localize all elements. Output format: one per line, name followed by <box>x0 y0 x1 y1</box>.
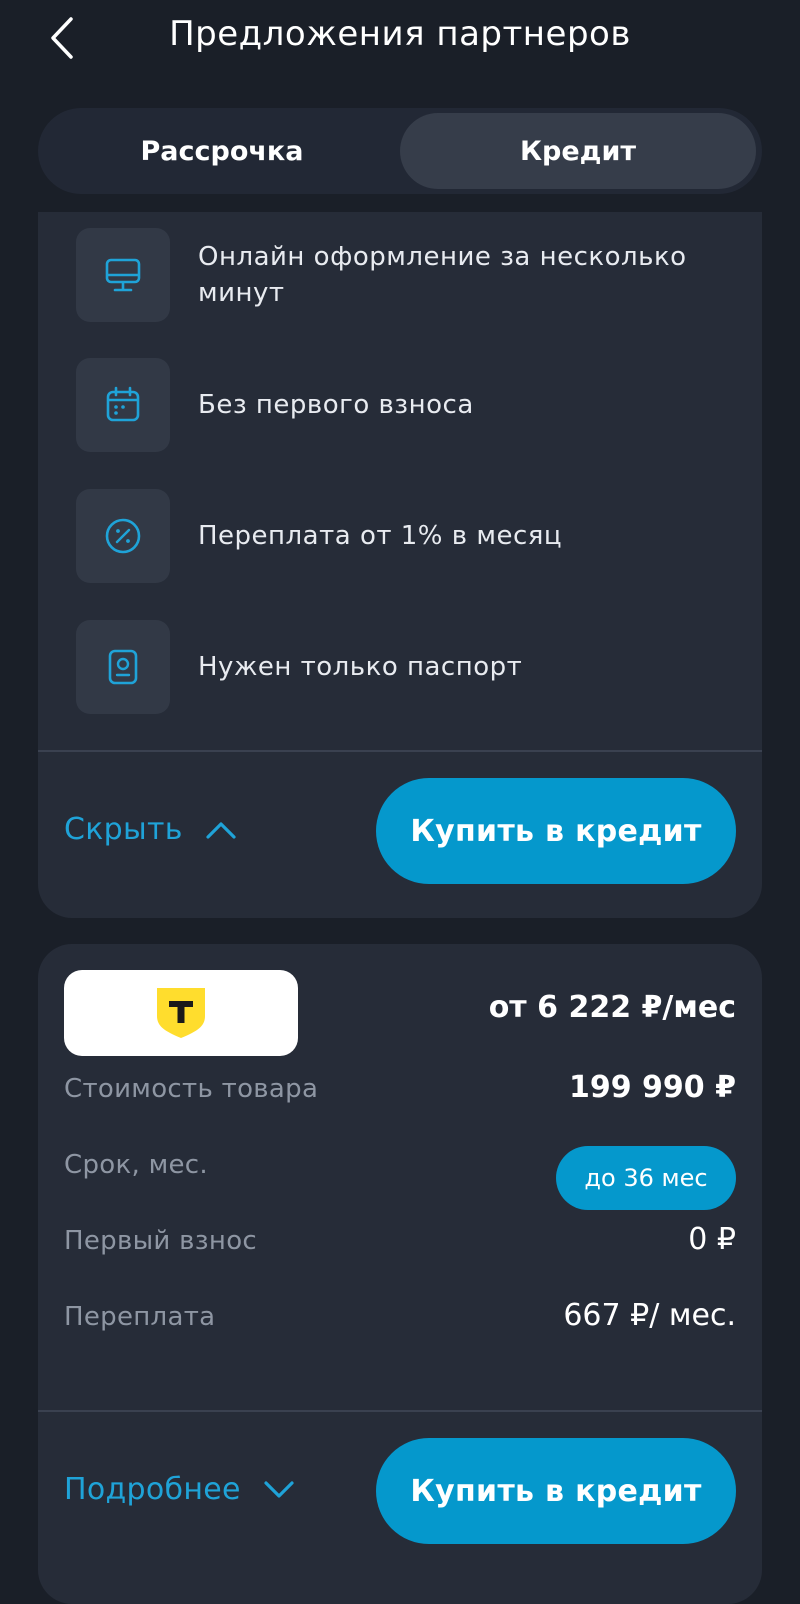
more-details-label: Подробнее <box>64 1472 241 1507</box>
overpayment-label: Переплата <box>64 1302 216 1332</box>
hide-details-link[interactable]: Скрыть <box>64 812 237 847</box>
buy-on-credit-button[interactable]: Купить в кредит <box>376 778 736 884</box>
feature-text: Переплата от 1% в месяц <box>198 521 563 551</box>
monitor-icon <box>105 258 141 292</box>
feature-item: Нужен только паспорт <box>76 620 736 714</box>
feature-text: Онлайн оформление за несколько минут <box>198 242 687 308</box>
feature-text: Нужен только паспорт <box>198 652 523 682</box>
down-payment-label: Первый взнос <box>64 1226 258 1256</box>
offer-card-expanded: Онлайн оформление за несколько минут Без… <box>38 212 762 918</box>
tab-credit[interactable]: Кредит <box>400 113 756 189</box>
feature-icon-box <box>76 620 170 714</box>
calendar-icon <box>106 386 140 422</box>
more-details-link[interactable]: Подробнее <box>64 1472 295 1507</box>
term-label: Срок, мес. <box>64 1150 208 1180</box>
chevron-up-icon <box>206 821 236 839</box>
price-value: 199 990 ₽ <box>568 1070 736 1105</box>
tbank-logo-icon <box>157 988 205 1038</box>
chevron-down-icon <box>264 1480 294 1498</box>
feature-item: Переплата от 1% в месяц <box>76 489 736 583</box>
percent-icon <box>105 518 141 554</box>
header: Предложения партнеров <box>0 0 800 76</box>
partner-logo <box>64 970 298 1056</box>
offer-type-switch: Рассрочка Кредит <box>38 108 762 194</box>
feature-item: Без первого взноса <box>76 358 736 452</box>
feature-text: Без первого взноса <box>198 390 474 420</box>
overpayment-value: 667 ₽/ мес. <box>563 1298 736 1333</box>
tab-installment[interactable]: Рассрочка <box>44 113 400 189</box>
divider <box>38 1410 762 1412</box>
monthly-payment: от 6 222 ₽/мес <box>488 990 736 1025</box>
buy-on-credit-button[interactable]: Купить в кредит <box>376 1438 736 1544</box>
passport-icon <box>108 649 138 685</box>
feature-item: Онлайн оформление за несколько минут <box>76 228 736 322</box>
divider <box>38 750 762 752</box>
term-badge[interactable]: до 36 мес <box>556 1146 736 1210</box>
feature-icon-box <box>76 358 170 452</box>
price-label: Стоимость товара <box>64 1074 319 1104</box>
down-payment-value: 0 ₽ <box>688 1222 736 1257</box>
feature-icon-box <box>76 489 170 583</box>
feature-icon-box <box>76 228 170 322</box>
partner-offer-card: от 6 222 ₽/мес Стоимость товара 199 990 … <box>38 944 762 1604</box>
page-title: Предложения партнеров <box>169 14 631 54</box>
hide-details-label: Скрыть <box>64 812 183 847</box>
